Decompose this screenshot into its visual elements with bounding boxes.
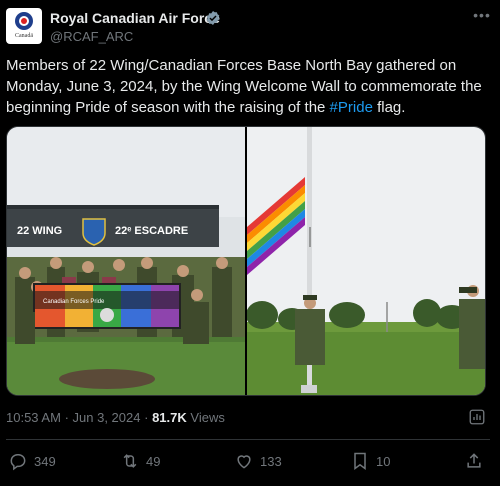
share-button[interactable]	[464, 450, 484, 472]
action-bar: 349 49 133 10	[6, 450, 490, 472]
reply-count: 349	[34, 453, 56, 469]
flag-raising-photo[interactable]	[247, 127, 486, 396]
banner-text: Canadian Forces Pride	[43, 299, 105, 305]
hashtag-link[interactable]: #Pride	[330, 99, 373, 116]
divider	[6, 439, 490, 440]
like-icon	[237, 455, 251, 469]
post-text: Members of 22 Wing/Canadian Forces Base …	[6, 55, 490, 118]
meta-separator: ·	[64, 410, 69, 425]
more-icon[interactable]: •••	[472, 8, 492, 24]
bookmark-button[interactable]: 10	[350, 450, 390, 472]
post-text-end: flag.	[372, 99, 406, 116]
wing-crest-icon	[82, 218, 106, 246]
avatar[interactable]: Canadä	[6, 8, 42, 44]
author-name[interactable]: Royal Canadian Air Force	[50, 10, 220, 26]
post-header: Canadä Royal Canadian Air Force @RCAF_AR…	[6, 8, 494, 48]
verified-icon	[206, 11, 220, 25]
post-meta: 10:53 AM · Jun 3, 2024 · 81.7K Views	[6, 410, 225, 425]
repost-count: 49	[146, 453, 161, 469]
group-photo[interactable]: 22 WING 22ᵉ ESCADRE Canadian Forces Prid…	[7, 127, 245, 396]
share-icon	[467, 453, 481, 468]
repost-button[interactable]: 49	[120, 450, 160, 472]
views-count: 81.7K	[152, 410, 187, 425]
meta-separator-2: ·	[144, 410, 149, 425]
reply-icon	[10, 454, 26, 471]
reply-button[interactable]: 349	[8, 450, 56, 472]
bookmark-icon	[354, 452, 366, 470]
like-count: 133	[260, 453, 282, 469]
avatar-wordmark: Canadä	[15, 33, 33, 39]
post-time[interactable]: 10:53 AM	[6, 410, 61, 425]
wall-sign-left: 22 WING	[17, 225, 62, 237]
post-date[interactable]: Jun 3, 2024	[73, 410, 141, 425]
bookmark-count: 10	[376, 453, 391, 469]
post-text-body: Members of 22 Wing/Canadian Forces Base …	[6, 57, 482, 116]
media-grid: 22 WING 22ᵉ ESCADRE Canadian Forces Prid…	[6, 126, 486, 396]
author-handle[interactable]: @RCAF_ARC	[50, 29, 133, 44]
analytics-icon[interactable]	[468, 408, 486, 426]
rcaf-roundel-logo	[15, 12, 33, 30]
like-button[interactable]: 133	[234, 450, 282, 472]
repost-icon	[123, 454, 137, 468]
wall-sign-right: 22ᵉ ESCADRE	[115, 225, 188, 237]
views-label: Views	[190, 410, 225, 425]
